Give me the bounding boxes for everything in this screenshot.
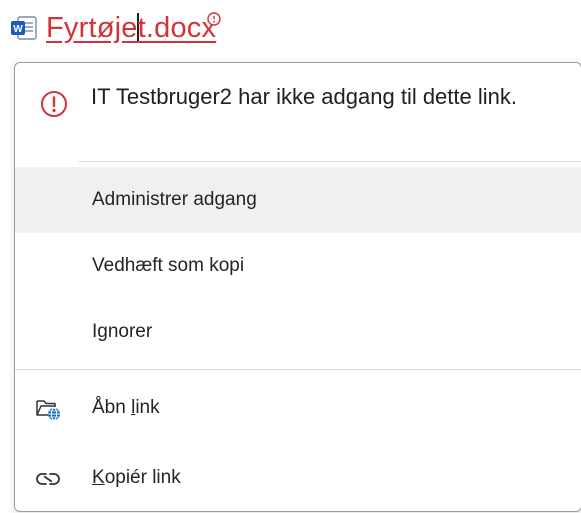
divider bbox=[15, 369, 581, 370]
divider bbox=[79, 161, 581, 162]
open-link-label: Åbn link bbox=[92, 397, 160, 418]
copy-link-menu-item[interactable]: Kopiér link bbox=[15, 445, 581, 511]
access-warning: IT Testbruger2 har ikke adgang til dette… bbox=[15, 63, 581, 161]
manage-access-menu-item[interactable]: Administrer adgang bbox=[15, 167, 581, 233]
warning-message: IT Testbruger2 har ikke adgang til dette… bbox=[91, 84, 517, 109]
info-circle-icon bbox=[206, 2, 222, 26]
folder-globe-icon bbox=[35, 395, 61, 421]
word-doc-icon: W bbox=[10, 14, 38, 42]
attach-copy-label: Vedhæft som kopi bbox=[92, 255, 245, 276]
ignore-menu-item[interactable]: Ignorer bbox=[15, 299, 581, 365]
ignore-label: Ignorer bbox=[92, 321, 153, 342]
document-link[interactable]: W Fyrtøjet.docx bbox=[10, 6, 221, 50]
attach-copy-menu-item[interactable]: Vedhæft som kopi bbox=[15, 233, 581, 299]
exclamation-circle-icon bbox=[39, 89, 69, 119]
link-context-popup: IT Testbruger2 har ikke adgang til dette… bbox=[14, 62, 581, 512]
link-text[interactable]: Fyrtøjet.docx bbox=[46, 12, 221, 45]
svg-text:W: W bbox=[13, 24, 23, 35]
manage-access-label: Administrer adgang bbox=[92, 189, 257, 210]
copy-link-label: Kopiér link bbox=[92, 467, 181, 488]
open-link-menu-item[interactable]: Åbn link bbox=[15, 375, 581, 441]
link-icon bbox=[35, 465, 61, 491]
